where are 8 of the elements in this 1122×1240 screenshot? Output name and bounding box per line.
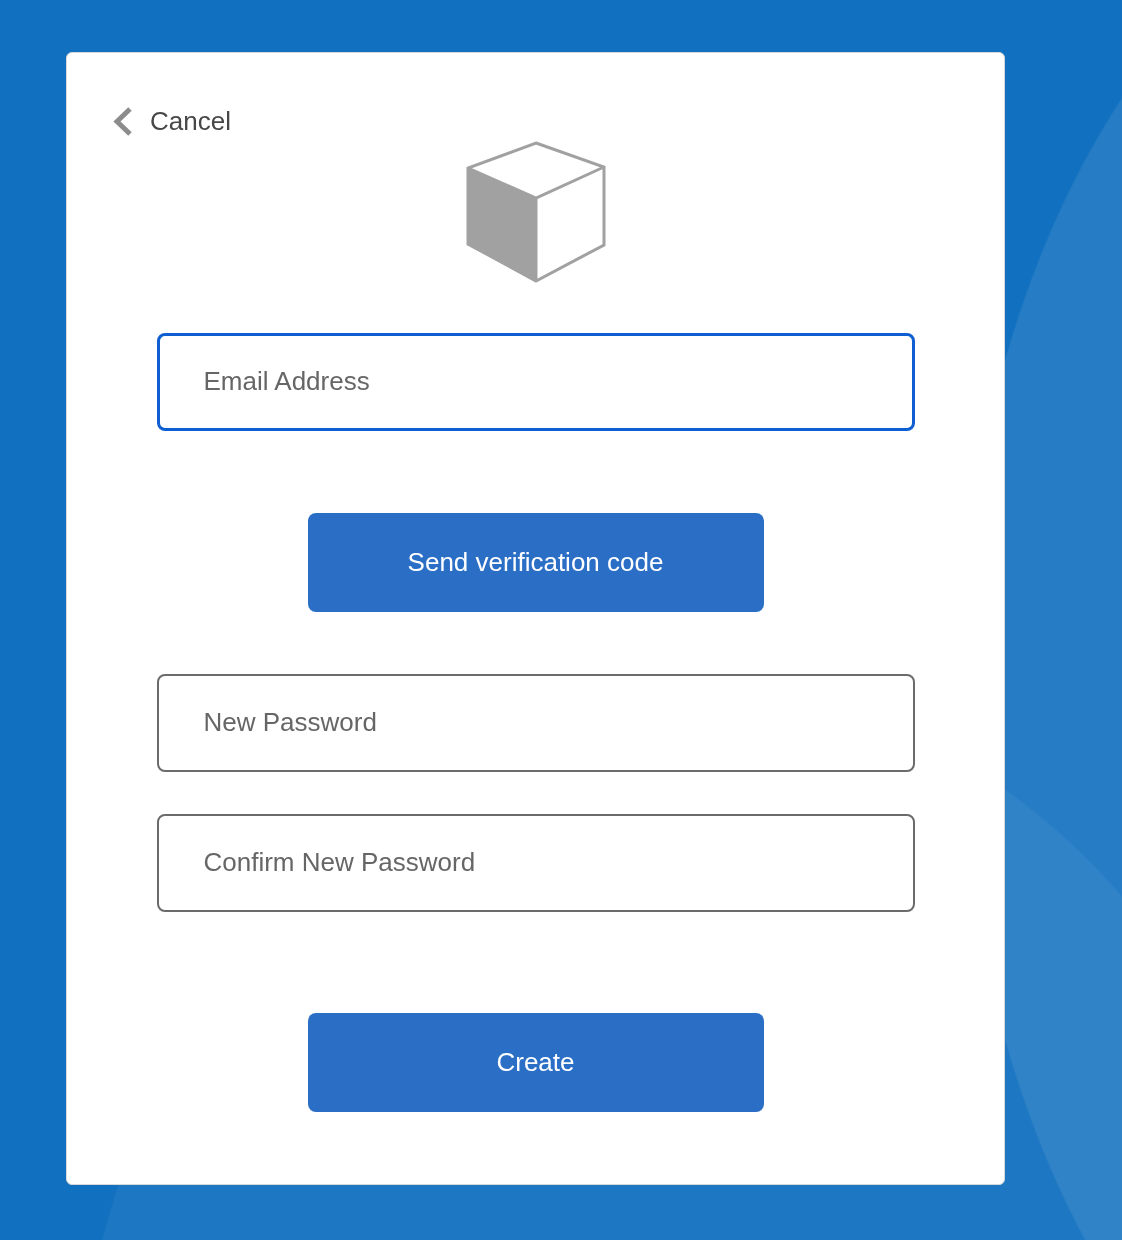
input-field[interactable]: Email Address (156, 332, 915, 431)
submit-button[interactable]: Create (307, 1012, 764, 1112)
cancel-link[interactable]: Cancel (113, 106, 231, 136)
input-field[interactable]: Confirm New Password (156, 813, 915, 912)
submit-button[interactable]: Send verification code (307, 512, 764, 612)
chevron-left-icon (113, 106, 133, 136)
input-field[interactable]: New Password (156, 673, 915, 772)
cube-icon (464, 140, 607, 283)
